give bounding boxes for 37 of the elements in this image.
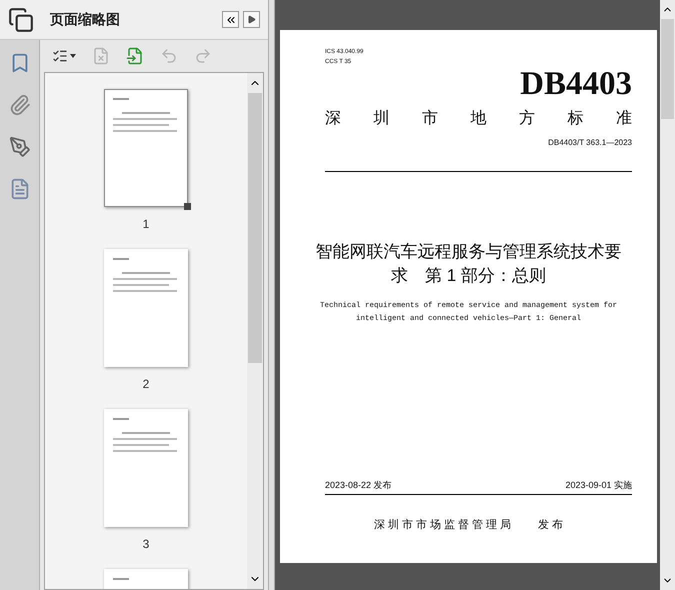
issue-date: 2023-08-22 发布 [325, 479, 392, 492]
delete-page-icon [92, 47, 110, 65]
standard-number: DB4403/T 363.1—2023 [548, 137, 632, 149]
caret-icon [70, 54, 76, 58]
standard-type-char: 标 [568, 109, 584, 129]
selection-handle[interactable] [184, 203, 191, 210]
scroll-thumb[interactable] [248, 93, 262, 363]
publisher: 深圳市市场监督管理局 [374, 518, 514, 532]
pages-icon [8, 6, 34, 32]
standard-type-char: 深 [325, 109, 341, 129]
panel-title: 页面缩略图 [50, 10, 120, 29]
list-icon [52, 48, 68, 64]
insert-page-icon [126, 47, 144, 65]
effective-date: 2023-09-01 实施 [565, 479, 632, 492]
standard-type-char: 地 [470, 108, 486, 129]
document-scrollbar[interactable] [660, 0, 675, 590]
standard-type-char: 方 [519, 108, 535, 129]
page-number: 3 [142, 536, 150, 553]
page-number: 1 [142, 216, 150, 233]
standard-type-char: 圳 [374, 108, 390, 129]
collapse-button[interactable] [222, 11, 239, 28]
splitter[interactable] [268, 0, 275, 590]
page-number: 2 [142, 376, 150, 393]
undo-icon [160, 47, 178, 65]
page-thumbnail[interactable] [104, 89, 188, 207]
paperclip-icon[interactable] [8, 94, 30, 116]
expand-button[interactable] [243, 11, 260, 28]
standard-code: DB4403 [520, 67, 632, 101]
publish-label: 发 布 [538, 518, 564, 532]
scroll-thumb[interactable] [661, 19, 674, 119]
standard-type-char: 市 [422, 108, 438, 129]
pen-icon[interactable] [8, 136, 30, 158]
redo-icon [194, 47, 212, 65]
standard-type-char: 准 [616, 109, 632, 129]
document-title: 智能网联汽车远程服务与管理系统技术要求 第 1 部分：总则 [314, 241, 622, 287]
scrollbar[interactable] [247, 73, 263, 589]
triangle-right-icon [247, 15, 256, 24]
